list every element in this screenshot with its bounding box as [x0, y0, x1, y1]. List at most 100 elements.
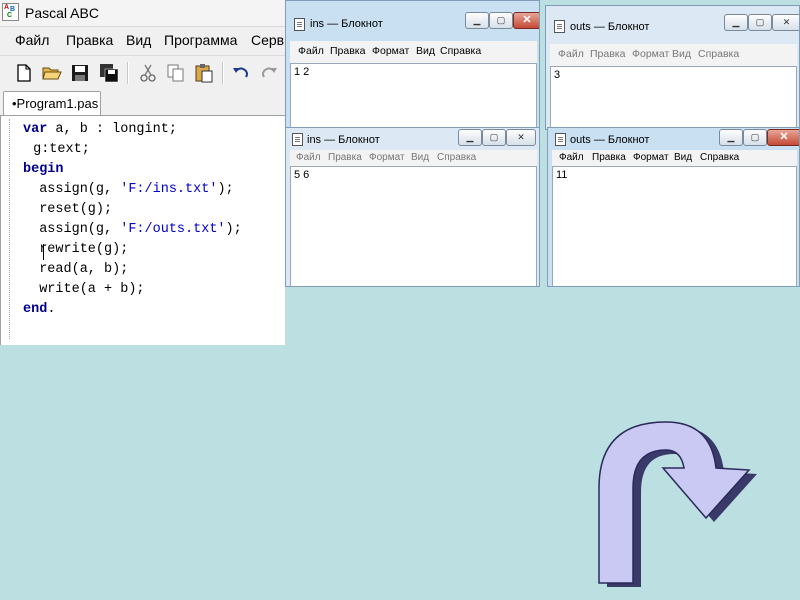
code-line: assign(g, 'F:/ins.txt');	[23, 182, 234, 197]
undo-icon[interactable]	[231, 63, 251, 83]
toolbar-separator	[222, 62, 224, 84]
maximize-button[interactable]: ▢	[748, 14, 772, 31]
menu-view[interactable]: Вид	[674, 152, 692, 163]
code-text: );	[217, 182, 234, 197]
paste-icon[interactable]	[194, 63, 214, 83]
code-line: g:text;	[25, 142, 90, 157]
tab-program1[interactable]: •Program1.pas	[3, 91, 101, 115]
notepad-text-area[interactable]: 5 6	[290, 166, 537, 286]
menu-format[interactable]: Формат	[369, 152, 405, 163]
code-text: );	[225, 222, 242, 237]
redo-icon[interactable]	[259, 63, 279, 83]
ide-toolbar	[0, 55, 285, 90]
file-content: 1 2	[294, 66, 310, 78]
code-string: 'F:/outs.txt'	[120, 222, 226, 237]
ide-window-title: Pascal ABC	[25, 5, 99, 21]
menu-service[interactable]: Серв	[251, 32, 284, 48]
ide-titlebar[interactable]: A B C Pascal ABC	[0, 0, 285, 27]
maximize-button[interactable]: ▢	[743, 129, 767, 146]
menu-program[interactable]: Программа	[164, 32, 237, 48]
tab-label: •Program1.pas	[12, 96, 99, 111]
code-text: assign(g,	[23, 222, 121, 237]
code-text: .	[47, 302, 56, 317]
notepad-text-area[interactable]: 1 2	[290, 63, 537, 127]
new-file-icon[interactable]	[14, 63, 34, 83]
code-line: reset(g);	[23, 202, 112, 217]
menu-edit[interactable]: Правка	[330, 45, 365, 57]
menu-format[interactable]: Формат	[372, 45, 409, 57]
cut-icon[interactable]	[138, 63, 158, 83]
file-content: 11	[556, 169, 568, 181]
copy-icon[interactable]	[166, 63, 186, 83]
editor-gutter	[9, 119, 11, 339]
code-editor[interactable]: var a, b : longint; g:text; begin assign(…	[0, 115, 285, 345]
menu-help[interactable]: Справка	[700, 152, 739, 163]
code-line: assign(g, 'F:/outs.txt');	[23, 222, 242, 237]
code-text: rewrite(g);	[23, 242, 129, 257]
menu-view[interactable]: Вид	[416, 45, 435, 57]
menu-help[interactable]: Справка	[437, 152, 476, 163]
code-line: var a, b : longint;	[23, 122, 177, 137]
maximize-button[interactable]: ▢	[482, 129, 506, 146]
minimize-button[interactable]: ▁	[724, 14, 748, 31]
code-text: a, b : longint;	[47, 122, 177, 137]
minimize-button[interactable]: ▁	[465, 12, 489, 29]
notepad-title: outs — Блокнот	[570, 21, 650, 33]
code-text: g:text;	[25, 142, 90, 157]
notepad-text-area[interactable]: 11	[552, 166, 797, 286]
code-keyword: end	[23, 302, 48, 317]
menu-file[interactable]: Файл	[298, 45, 324, 57]
notepad-window-outs: outs — Блокнот ▁ ▢ ✕ Файл Правка Формат …	[545, 5, 800, 130]
close-button[interactable]: ✕	[767, 129, 799, 146]
code-line: read(a, b);	[23, 262, 128, 277]
code-text: read(a, b);	[23, 262, 129, 277]
menu-edit[interactable]: Правка	[66, 32, 113, 48]
notepad-title: outs — Блокнот	[570, 134, 650, 146]
maximize-button[interactable]: ▢	[489, 12, 513, 29]
text-caret	[43, 244, 44, 260]
menu-format[interactable]: Формат	[633, 152, 669, 163]
close-button[interactable]: ✕	[513, 12, 539, 29]
menu-view[interactable]: Вид	[411, 152, 429, 163]
menu-file[interactable]: Файл	[15, 32, 49, 48]
menu-file[interactable]: Файл	[296, 152, 321, 163]
notepad-title: ins — Блокнот	[307, 134, 380, 146]
notepad-icon	[294, 18, 305, 31]
menu-format[interactable]: Формат	[632, 48, 669, 60]
code-text: assign(g,	[23, 182, 121, 197]
menu-help[interactable]: Справка	[440, 45, 481, 57]
save-icon[interactable]	[70, 63, 90, 83]
notepad-window-ins: ins — Блокнот ▁ ▢ ✕ Файл Правка Формат В…	[285, 0, 540, 128]
menu-edit[interactable]: Правка	[328, 152, 362, 163]
pascal-abc-app-icon: A B C	[2, 3, 19, 21]
notepad-window-outs: outs — Блокнот ▁ ▢ ✕ Файл Правка Формат …	[547, 127, 800, 287]
code-line: begin	[23, 162, 64, 177]
pascal-abc-window: A B C Pascal ABC Файл Правка Вид Програм…	[0, 0, 285, 345]
notepad-menubar: Файл Правка Формат Вид Справка	[290, 41, 537, 63]
close-button[interactable]: ✕	[772, 14, 799, 31]
notepad-icon	[555, 133, 566, 146]
menu-edit[interactable]: Правка	[592, 152, 626, 163]
menu-file[interactable]: Файл	[559, 152, 584, 163]
notepad-icon	[554, 20, 565, 33]
code-line: end.	[23, 302, 55, 317]
close-button[interactable]: ✕	[506, 129, 536, 146]
minimize-button[interactable]: ▁	[719, 129, 743, 146]
open-folder-icon[interactable]	[42, 63, 62, 83]
ide-menubar: Файл Правка Вид Программа Серв	[0, 27, 285, 53]
notepad-icon	[292, 133, 303, 146]
code-text: reset(g);	[23, 202, 113, 217]
notepad-menubar: Файл Правка Формат Вид Справка	[550, 44, 797, 66]
editor-tabstrip: •Program1.pas	[0, 89, 285, 115]
minimize-button[interactable]: ▁	[458, 129, 482, 146]
menu-view[interactable]: Вид	[126, 32, 151, 48]
menu-file[interactable]: Файл	[558, 48, 584, 60]
menu-edit[interactable]: Правка	[590, 48, 625, 60]
notepad-text-area[interactable]: 3	[550, 66, 797, 129]
save-all-icon[interactable]	[99, 63, 119, 83]
code-line: rewrite(g);	[23, 242, 128, 257]
file-content: 5 6	[294, 169, 310, 181]
menu-help[interactable]: Справка	[698, 48, 739, 60]
notepad-title: ins — Блокнот	[310, 18, 383, 30]
menu-view[interactable]: Вид	[672, 48, 691, 60]
